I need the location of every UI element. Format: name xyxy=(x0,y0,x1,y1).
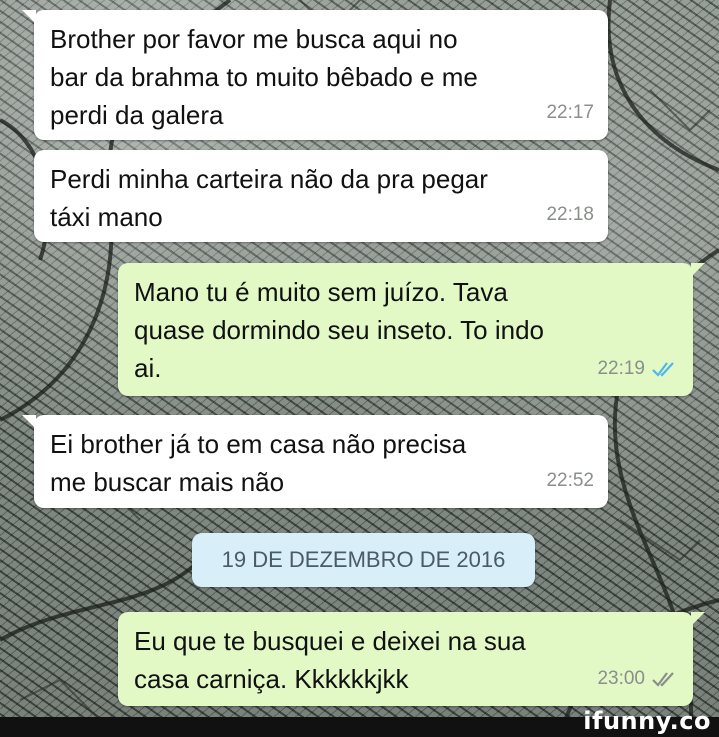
message-time: 22:19 xyxy=(597,358,645,379)
message-meta: 22:19 xyxy=(597,350,679,388)
date-separator: 19 DE DEZEMBRO DE 2016 xyxy=(192,533,535,587)
message-bubble-incoming[interactable]: Perdi minha carteira não da pra pegar tá… xyxy=(34,150,608,242)
message-bubble-incoming[interactable]: Ei brother já to em casa não precisa me … xyxy=(22,415,608,508)
message-time: 22:17 xyxy=(546,102,594,123)
ifunny-watermark: ifunny.co xyxy=(583,707,711,735)
chat-screen: Brother por favor me busca aqui no bar d… xyxy=(0,0,719,737)
message-text: Perdi minha carteira não da pra pegar tá… xyxy=(50,164,488,232)
message-time: 23:00 xyxy=(597,668,645,689)
message-text: Ei brother já to em casa não precisa me … xyxy=(50,429,467,497)
message-bubble-outgoing[interactable]: Mano tu é muito sem juízo. Tava quase do… xyxy=(118,263,705,396)
message-meta: 23:00 xyxy=(597,660,679,698)
message-bubble-incoming[interactable]: Brother por favor me busca aqui no bar d… xyxy=(22,10,608,140)
message-time: 22:52 xyxy=(546,470,594,491)
message-text: Brother por favor me busca aqui no bar d… xyxy=(50,24,478,130)
message-bubble-outgoing[interactable]: Eu que te busquei e deixei na sua casa c… xyxy=(118,612,705,706)
message-time: 22:18 xyxy=(546,204,594,225)
message-meta: 22:17 xyxy=(546,94,594,132)
read-ticks-icon xyxy=(652,362,674,377)
message-meta: 22:18 xyxy=(546,196,594,234)
message-meta: 22:52 xyxy=(546,462,594,500)
delivered-ticks-icon xyxy=(652,672,674,687)
